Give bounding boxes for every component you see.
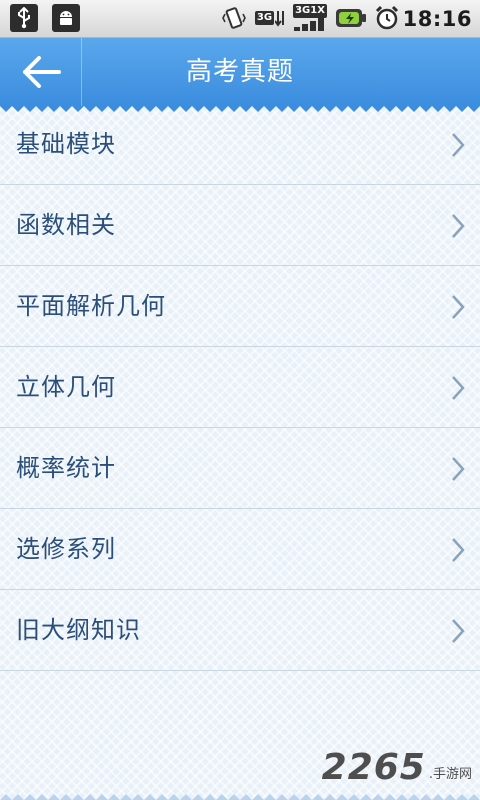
watermark-number: 2265 (321, 747, 426, 788)
title-bar: 高考真题 (0, 38, 480, 106)
list-item[interactable]: 旧大纲知识 (0, 590, 480, 671)
menu-list: 基础模块 函数相关 平面解析几何 立体几何 概率统计 选修系列 旧大纲知识 (0, 104, 480, 671)
list-item[interactable]: 选修系列 (0, 509, 480, 590)
android-icon (52, 4, 80, 32)
list-item-label: 平面解析几何 (16, 292, 166, 320)
back-button[interactable] (0, 38, 82, 106)
watermark-text: .手游网 (428, 767, 472, 782)
arrow-left-icon (22, 56, 61, 88)
signal-strength-icon: 3G1X (290, 3, 330, 33)
list-item[interactable]: 函数相关 (0, 185, 480, 266)
watermark-logo: 2265 .手游网 (322, 746, 472, 786)
list-item-label: 函数相关 (16, 211, 116, 239)
list-item-label: 概率统计 (16, 454, 116, 482)
chevron-right-icon (452, 214, 465, 238)
vibrate-icon (220, 3, 248, 33)
chevron-right-icon (452, 619, 465, 643)
list-item[interactable]: 平面解析几何 (0, 266, 480, 347)
network2-label: 3G1X (293, 4, 327, 18)
chevron-right-icon (452, 376, 465, 400)
status-time: 18:16 (402, 7, 472, 31)
list-item-label: 旧大纲知识 (16, 616, 141, 644)
battery-charging-icon (334, 3, 368, 33)
network-label: 3G (254, 11, 275, 25)
list-item-label: 基础模块 (16, 130, 116, 158)
network-3g-icon: 3G (254, 3, 286, 33)
chevron-right-icon (452, 457, 465, 481)
chevron-right-icon (452, 133, 465, 157)
page-title: 高考真题 (185, 57, 294, 87)
status-bar: 3G 3G1X 18:16 (0, 0, 480, 38)
list-item-label: 立体几何 (16, 373, 116, 401)
bottom-edge (0, 794, 480, 800)
alarm-clock-icon (372, 3, 402, 33)
chevron-right-icon (452, 295, 465, 319)
usb-icon (10, 4, 38, 32)
list-item[interactable]: 概率统计 (0, 428, 480, 509)
list-item-label: 选修系列 (16, 535, 116, 563)
chevron-right-icon (452, 538, 465, 562)
list-item[interactable]: 立体几何 (0, 347, 480, 428)
list-item[interactable]: 基础模块 (0, 104, 480, 185)
